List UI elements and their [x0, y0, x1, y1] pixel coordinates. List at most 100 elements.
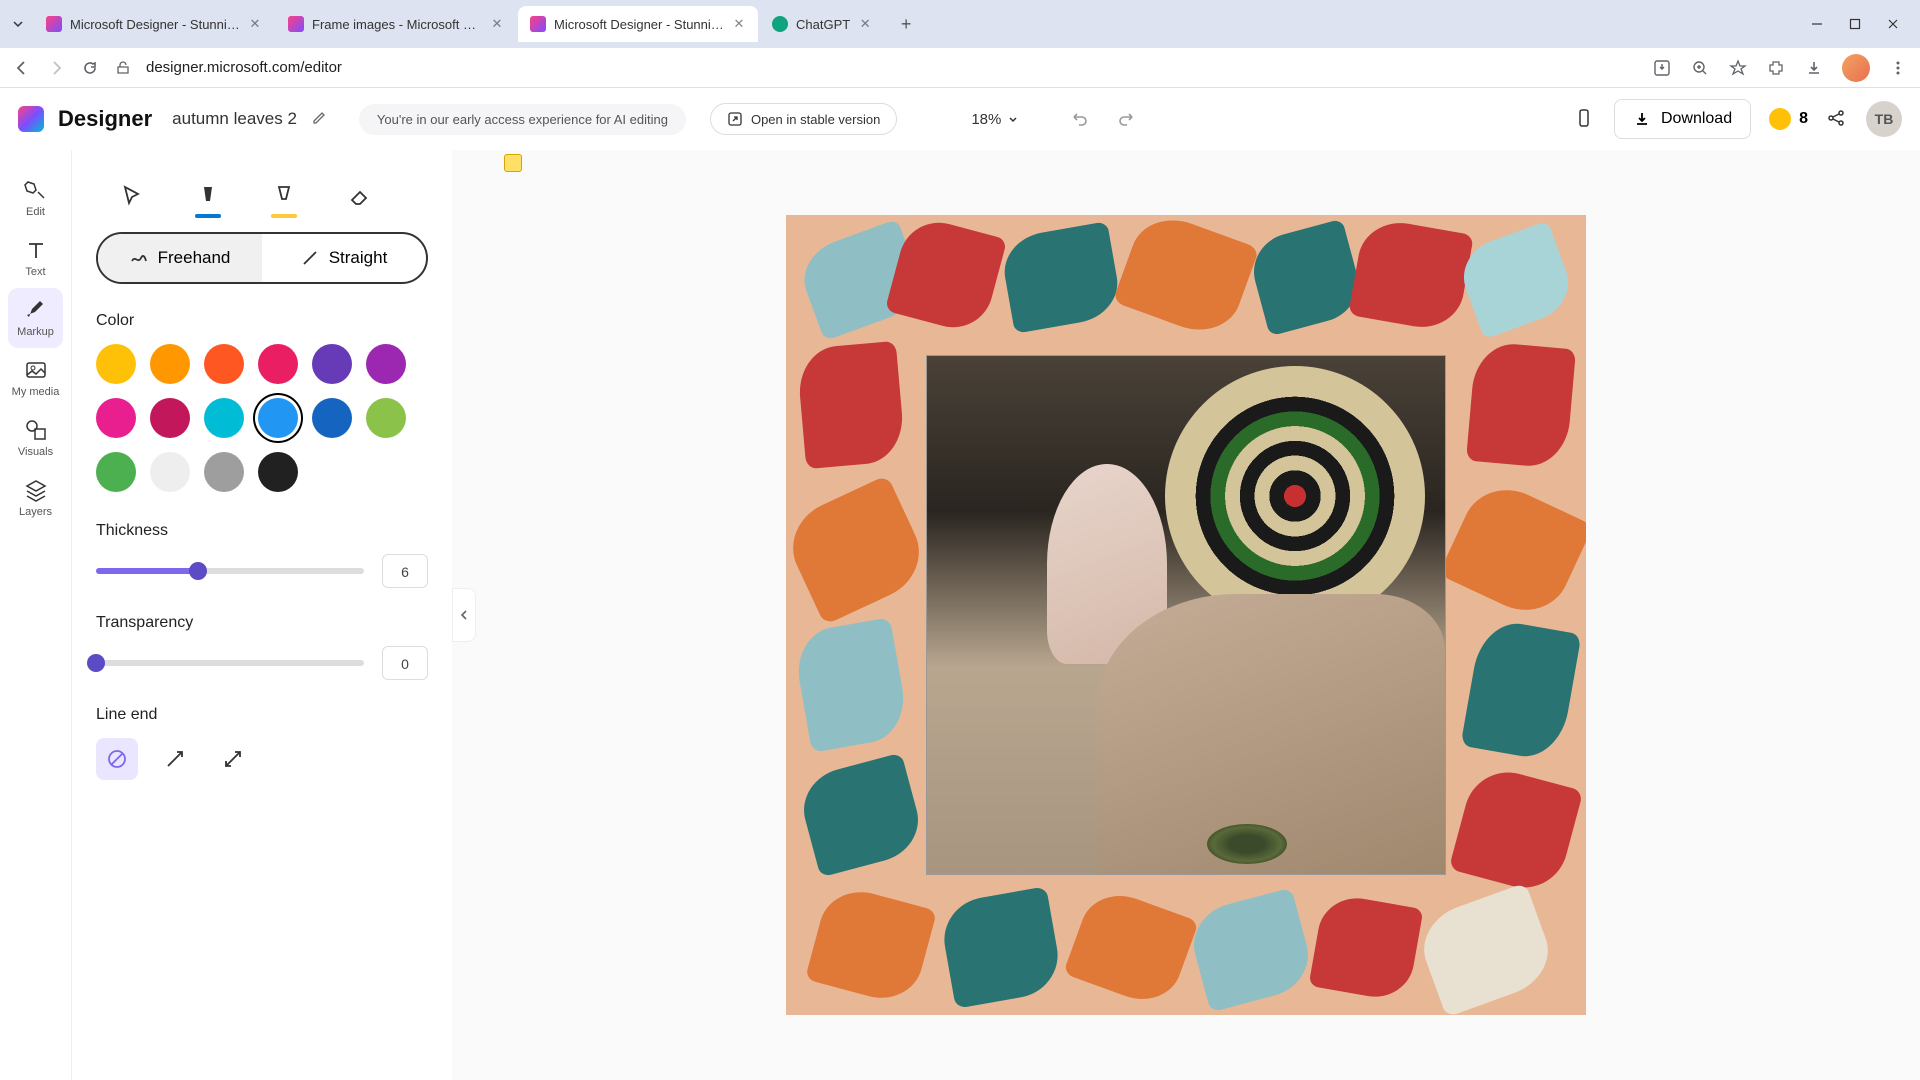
rail-mymedia[interactable]: My media [0, 348, 71, 408]
tab-title: Frame images - Microsoft Des [312, 17, 482, 32]
browser-tab-active[interactable]: Microsoft Designer - Stunning ✕ [518, 6, 758, 42]
freehand-mode[interactable]: Freehand [98, 234, 262, 282]
downloads-icon[interactable] [1804, 58, 1824, 78]
app-header: Designer autumn leaves 2 You're in our e… [0, 88, 1920, 150]
lineend-arrow[interactable] [154, 738, 196, 780]
cursor-icon [120, 184, 144, 208]
rail-text[interactable]: Text [0, 228, 71, 288]
color-swatch[interactable] [366, 398, 406, 438]
cursor-position-marker [504, 154, 522, 172]
color-swatch[interactable] [258, 452, 298, 492]
mobile-preview-icon[interactable] [1574, 108, 1596, 130]
zoom-icon[interactable] [1690, 58, 1710, 78]
marker-icon [196, 184, 220, 208]
rename-icon[interactable] [311, 110, 329, 128]
draw-mode-toggle: Freehand Straight [96, 232, 428, 284]
rail-markup[interactable]: Markup [8, 288, 63, 348]
credits-value: 8 [1799, 110, 1808, 128]
new-tab-button[interactable]: + [892, 10, 920, 38]
highlighter-tool[interactable] [268, 178, 300, 214]
color-swatch[interactable] [96, 398, 136, 438]
thickness-value[interactable]: 6 [382, 554, 428, 588]
edit-icon [24, 178, 48, 202]
color-swatch[interactable] [204, 398, 244, 438]
color-swatch[interactable] [312, 344, 352, 384]
credits-display[interactable]: 8 [1769, 108, 1808, 130]
rail-visuals[interactable]: Visuals [0, 408, 71, 468]
back-button[interactable] [12, 58, 32, 78]
slider-thumb[interactable] [87, 654, 105, 672]
select-tool[interactable] [116, 178, 148, 214]
tab-search-dropdown[interactable] [8, 14, 28, 34]
thickness-slider[interactable] [96, 568, 364, 574]
color-swatch[interactable] [150, 344, 190, 384]
tab-favicon [530, 16, 546, 32]
color-swatch[interactable] [204, 344, 244, 384]
menu-icon[interactable] [1888, 58, 1908, 78]
undo-button[interactable] [1069, 109, 1089, 129]
collapse-panel-button[interactable] [452, 588, 476, 642]
transparency-slider[interactable] [96, 660, 364, 666]
site-info-icon[interactable] [114, 59, 132, 77]
redo-button[interactable] [1117, 109, 1137, 129]
canvas-area[interactable] [452, 150, 1920, 1080]
lineend-double-arrow[interactable] [212, 738, 254, 780]
color-swatch[interactable] [204, 452, 244, 492]
download-icon [1633, 110, 1651, 128]
rail-layers[interactable]: Layers [0, 468, 71, 528]
color-swatch[interactable] [258, 398, 298, 438]
color-swatch[interactable] [258, 344, 298, 384]
double-arrow-icon [222, 748, 244, 770]
lineend-none[interactable] [96, 738, 138, 780]
slider-thumb[interactable] [189, 562, 207, 580]
text-icon [24, 238, 48, 262]
layers-icon [24, 478, 48, 502]
visuals-icon [24, 418, 48, 442]
color-swatch[interactable] [150, 452, 190, 492]
color-swatch[interactable] [96, 452, 136, 492]
address-bar: designer.microsoft.com/editor [0, 48, 1920, 88]
color-swatch[interactable] [96, 344, 136, 384]
user-avatar[interactable]: TB [1866, 101, 1902, 137]
profile-avatar[interactable] [1842, 54, 1870, 82]
close-icon[interactable]: ✕ [732, 17, 746, 31]
document-name[interactable]: autumn leaves 2 [172, 109, 297, 129]
forward-button[interactable] [46, 58, 66, 78]
browser-tab[interactable]: Frame images - Microsoft Des ✕ [276, 6, 516, 42]
media-icon [24, 358, 48, 382]
lineend-label: Line end [96, 706, 428, 724]
marker-tool[interactable] [192, 178, 224, 214]
color-swatch[interactable] [366, 344, 406, 384]
app-logo-icon[interactable] [18, 106, 44, 132]
close-icon[interactable]: ✕ [490, 17, 504, 31]
bookmark-icon[interactable] [1728, 58, 1748, 78]
browser-tab[interactable]: Microsoft Designer - Stunning ✕ [34, 6, 274, 42]
rail-edit[interactable]: Edit [0, 168, 71, 228]
install-app-icon[interactable] [1652, 58, 1672, 78]
maximize-icon[interactable] [1848, 17, 1862, 31]
tab-title: Microsoft Designer - Stunning [70, 17, 240, 32]
zoom-control[interactable]: 18% [971, 111, 1019, 128]
color-swatch[interactable] [150, 398, 190, 438]
minimize-icon[interactable] [1810, 17, 1824, 31]
close-icon[interactable]: ✕ [858, 17, 872, 31]
open-stable-button[interactable]: Open in stable version [710, 103, 897, 135]
straight-mode[interactable]: Straight [262, 234, 426, 282]
share-icon[interactable] [1826, 108, 1848, 130]
close-icon[interactable]: ✕ [248, 17, 262, 31]
design-canvas[interactable] [786, 215, 1586, 1015]
eraser-tool[interactable] [344, 178, 376, 214]
download-button[interactable]: Download [1614, 99, 1751, 139]
browser-tab[interactable]: ChatGPT ✕ [760, 6, 884, 42]
tab-favicon [772, 16, 788, 32]
tab-favicon [288, 16, 304, 32]
transparency-label: Transparency [96, 614, 428, 632]
color-swatch[interactable] [312, 398, 352, 438]
photo-content [926, 355, 1446, 875]
url-text[interactable]: designer.microsoft.com/editor [146, 59, 1638, 76]
reload-button[interactable] [80, 58, 100, 78]
extensions-icon[interactable] [1766, 58, 1786, 78]
close-window-icon[interactable] [1886, 17, 1900, 31]
transparency-value[interactable]: 0 [382, 646, 428, 680]
app-name: Designer [58, 106, 152, 132]
